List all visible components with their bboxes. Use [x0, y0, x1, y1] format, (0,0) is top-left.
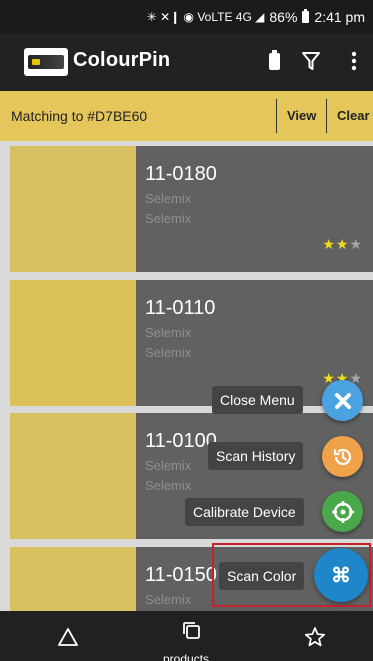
calibrate-device-button[interactable] — [322, 491, 363, 532]
product-list[interactable]: 11-0180 Selemix Selemix ★★★ 11-0110 Sele… — [0, 141, 373, 611]
view-button[interactable]: View — [287, 108, 316, 123]
calibrate-device-label[interactable]: Calibrate Device — [185, 498, 304, 526]
status-bar: ✳ ✕❙ ◉ VoLTE 4G ◢ 86% 2:41 pm — [0, 0, 373, 33]
more-vert-icon[interactable] — [342, 49, 366, 73]
clear-button[interactable]: Clear — [337, 108, 370, 123]
product-code: 11-0100 — [145, 430, 217, 452]
divider — [276, 99, 277, 133]
crosshair-icon — [331, 500, 354, 523]
product-brand: Selemix — [145, 592, 192, 607]
matching-text: Matching to #D7BE60 — [11, 108, 148, 124]
command-icon: ⌘ — [331, 564, 351, 587]
scan-history-label[interactable]: Scan History — [208, 442, 304, 470]
product-code: 11-0110 — [145, 297, 216, 319]
close-menu-button[interactable] — [322, 380, 363, 421]
product-range: Selemix — [145, 211, 192, 226]
product-card[interactable]: 11-0180 Selemix Selemix ★★★ — [10, 146, 373, 272]
color-swatch — [10, 146, 136, 272]
color-swatch — [10, 413, 136, 539]
battery-percent: 86% — [269, 9, 298, 25]
scan-color-button[interactable]: ⌘ — [314, 548, 368, 602]
status-glyphs: ✳ ✕❙ ◉ VoLTE 4G ◢ — [146, 10, 265, 24]
triangle-icon[interactable] — [48, 619, 88, 655]
app-title: ColourPin — [73, 49, 171, 71]
clock: 2:41 pm — [314, 9, 365, 25]
app-bar: ColourPin — [0, 33, 373, 91]
color-swatch — [10, 547, 136, 611]
bottom-nav: products — [0, 611, 373, 661]
status-icons: ✳ ✕❙ ◉ VoLTE 4G ◢ 86% 2:41 pm — [147, 9, 365, 25]
app-logo — [24, 48, 68, 76]
scan-color-label[interactable]: Scan Color — [219, 562, 305, 590]
product-code: 11-0150 — [145, 564, 217, 586]
product-card[interactable]: 11-0110 Selemix Selemix ★★★ — [10, 280, 373, 406]
matching-bar: Matching to #D7BE60 View Clear — [0, 91, 373, 141]
history-icon — [333, 448, 351, 465]
products-tab-label[interactable]: products — [163, 652, 209, 661]
product-range: Selemix — [145, 345, 192, 360]
scan-history-button[interactable] — [322, 436, 363, 477]
battery-status-icon — [302, 9, 310, 23]
star-outline-icon[interactable] — [295, 619, 335, 655]
close-icon — [334, 392, 351, 409]
product-code: 11-0180 — [145, 163, 217, 185]
divider — [326, 99, 327, 133]
filter-icon[interactable] — [299, 49, 323, 73]
products-icon[interactable] — [172, 613, 212, 649]
battery-icon[interactable] — [262, 49, 286, 73]
product-brand: Selemix — [145, 458, 192, 473]
rating-stars: ★★★ — [322, 236, 363, 252]
product-brand: Selemix — [145, 325, 192, 340]
color-swatch — [10, 280, 136, 406]
close-menu-label[interactable]: Close Menu — [212, 386, 303, 414]
product-range: Selemix — [145, 478, 192, 493]
product-brand: Selemix — [145, 191, 192, 206]
